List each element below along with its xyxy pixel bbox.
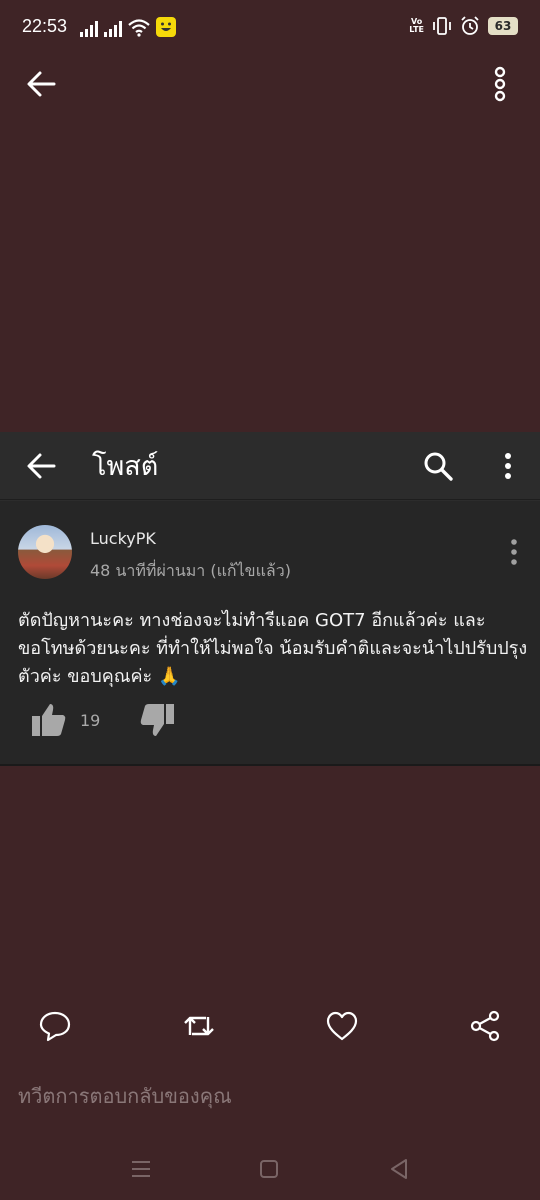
- volte-indicator: Vo LTE: [409, 18, 424, 34]
- share-button[interactable]: [468, 1009, 502, 1043]
- square-icon: [260, 1160, 278, 1178]
- tweet-action-bar: [0, 1005, 540, 1051]
- arrow-left-icon: [27, 453, 56, 479]
- search-button[interactable]: [420, 448, 456, 484]
- retweet-button[interactable]: [182, 1009, 216, 1043]
- like-heart-button[interactable]: [325, 1009, 359, 1043]
- status-left-icons: [80, 15, 176, 37]
- volte-bottom: LTE: [409, 25, 424, 34]
- like-count: 19: [80, 711, 101, 730]
- back-nav-button[interactable]: [386, 1156, 412, 1182]
- more-vertical-icon: [511, 539, 517, 565]
- more-vertical-icon: [505, 453, 511, 479]
- system-nav-bar: [0, 1140, 540, 1200]
- dislike-button[interactable]: [138, 701, 176, 739]
- reply-input[interactable]: ทวีตการตอบกลับของคุณ: [18, 1080, 232, 1112]
- comment-text: ตัดปัญหานะคะ ทางช่องจะไม่ทำรีแอค GOT7 อี…: [18, 610, 528, 687]
- recents-button[interactable]: [128, 1156, 154, 1182]
- panel-title: โพสต์: [92, 451, 159, 482]
- signal-icon: [80, 21, 98, 37]
- panel-more-button[interactable]: [490, 448, 526, 484]
- post-panel: โพสต์ LuckyPK 48 นาทีที่ผ่านมา (แก้ไขแล้…: [0, 432, 540, 766]
- home-button[interactable]: [256, 1156, 282, 1182]
- emoji-notification-icon: [156, 17, 176, 37]
- heart-icon: [326, 1011, 358, 1041]
- arrow-left-icon: [27, 71, 56, 97]
- panel-back-button[interactable]: [22, 448, 62, 484]
- author-name[interactable]: LuckyPK: [90, 529, 156, 548]
- comment-timestamp: 48 นาทีที่ผ่านมา (แก้ไขแล้ว): [90, 561, 291, 580]
- outer-toolbar: [0, 56, 540, 112]
- more-vertical-icon: [494, 66, 506, 102]
- alarm-icon: [461, 16, 479, 35]
- post-panel-header: โพสต์: [0, 432, 540, 500]
- vibrate-icon: [433, 17, 451, 35]
- battery-indicator: 63: [488, 17, 518, 35]
- screen: 22:53 Vo LTE 63 โพสต์ LuckyPK 48 นาทีที่…: [0, 0, 540, 1200]
- comment-more-button[interactable]: [502, 537, 526, 567]
- thumbs-up-icon: [32, 704, 66, 736]
- speech-bubble-icon: [39, 1011, 71, 1042]
- menu-lines-icon: [132, 1161, 150, 1177]
- retweet-icon: [184, 1016, 214, 1036]
- search-icon: [424, 452, 453, 481]
- comment-card: LuckyPK 48 นาทีที่ผ่านมา (แก้ไขแล้ว) ตัด…: [0, 501, 540, 766]
- more-options-button[interactable]: [482, 66, 518, 102]
- status-time: 22:53: [22, 16, 68, 36]
- signal-icon: [104, 21, 122, 37]
- status-bar: 22:53 Vo LTE 63: [0, 0, 540, 56]
- triangle-back-icon: [391, 1159, 407, 1179]
- share-icon: [470, 1010, 500, 1042]
- avatar[interactable]: [18, 525, 72, 579]
- back-button[interactable]: [22, 66, 62, 102]
- thumbs-down-icon: [140, 704, 174, 736]
- reply-button[interactable]: [38, 1009, 72, 1043]
- wifi-icon: [128, 19, 150, 37]
- like-button[interactable]: [30, 701, 68, 739]
- status-right-icons: Vo LTE 63: [409, 15, 518, 37]
